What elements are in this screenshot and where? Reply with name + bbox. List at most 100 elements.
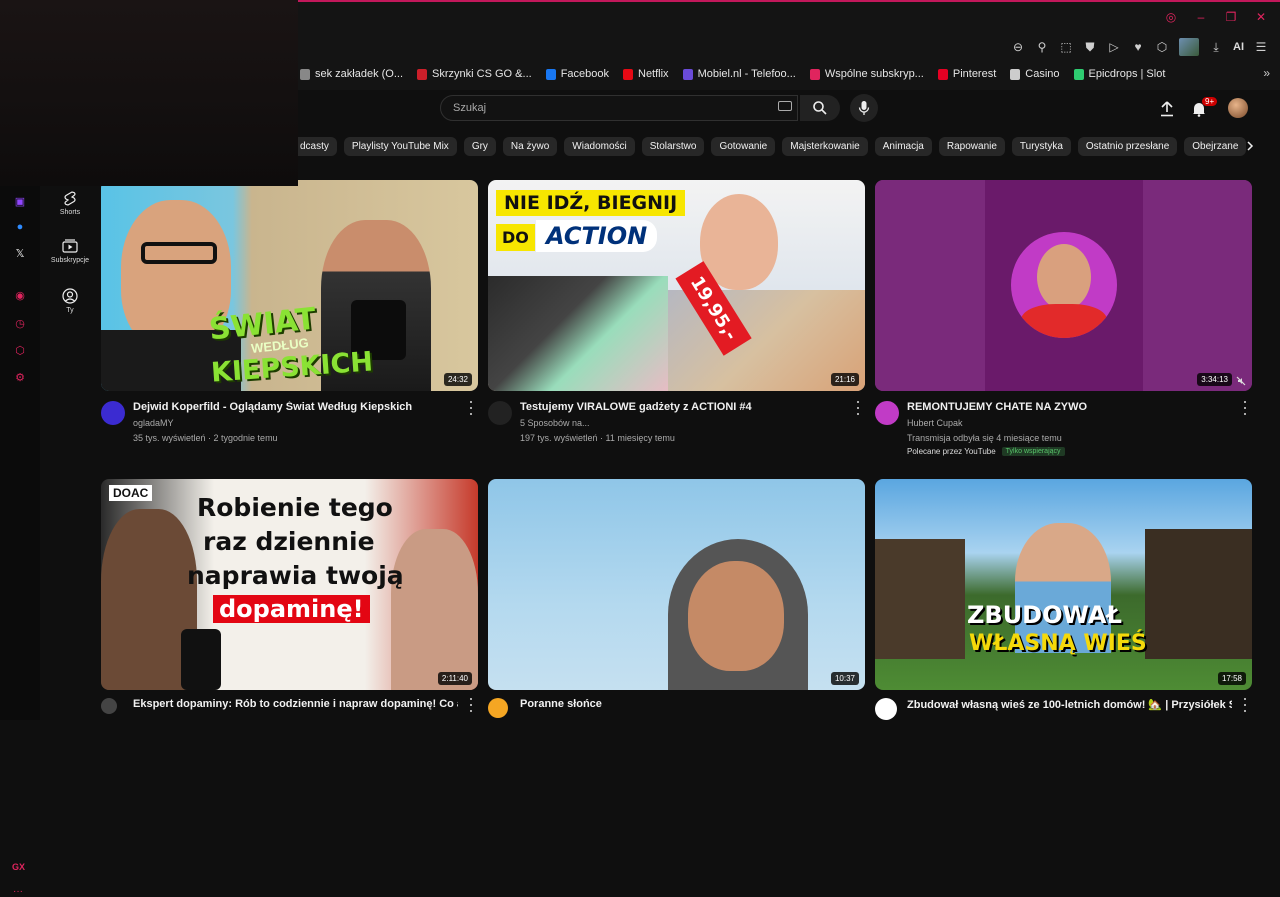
voice-search-button[interactable] (850, 94, 878, 122)
channel-name[interactable]: Hubert Cupak (907, 418, 963, 428)
chips-next-button[interactable] (1242, 138, 1258, 154)
bookmark-item[interactable]: Skrzynki CS GO &... (417, 68, 532, 80)
menu-icon[interactable]: ☰ (1254, 40, 1268, 54)
extension-thumbnail-icon[interactable] (1179, 38, 1199, 56)
video-title[interactable]: Testujemy VIRALOWE gadżety z ACTIONI #4 (520, 401, 845, 413)
bookmarks-more-icon[interactable]: » (1263, 66, 1270, 80)
more-options-icon[interactable] (466, 401, 476, 415)
bookmark-favicon-icon (1073, 68, 1084, 80)
avatar[interactable] (1228, 98, 1248, 118)
more-options-icon[interactable] (1240, 698, 1250, 712)
player-icon[interactable]: ◉ (13, 288, 27, 302)
more-options-icon[interactable] (853, 401, 863, 415)
mini-guide-label: Ty (66, 307, 74, 314)
heart-icon[interactable]: ♥ (1131, 40, 1145, 54)
close-icon[interactable]: ✕ (1254, 10, 1268, 24)
video-thumbnail[interactable]: ZBUDOWAŁ WŁASNĄ WIEŚ 17:58 (875, 479, 1252, 690)
ai-button[interactable]: AI (1233, 41, 1244, 53)
filter-chip[interactable]: Turystyka (1011, 136, 1071, 156)
channel-avatar[interactable] (101, 698, 117, 714)
video-thumbnail[interactable]: 10:37 (488, 479, 865, 690)
thumbnail-person (391, 529, 478, 690)
extensions-icon[interactable]: ⬡ (13, 343, 27, 357)
minimize-icon[interactable]: – (1194, 10, 1208, 24)
filter-chip[interactable]: Animacja (874, 136, 932, 156)
shield-icon[interactable]: ⛊ (1083, 40, 1097, 54)
settings-icon[interactable]: ⚙ (13, 370, 27, 384)
duration-badge: 2:11:40 (437, 672, 472, 685)
video-card[interactable]: ŚWIAT WEDŁUG KIEPSKICH 24:32 Dejwid Kope… (101, 180, 478, 451)
bookmark-item[interactable]: Facebook (545, 68, 609, 80)
bookmark-item[interactable]: Wspólne subskryp... (809, 68, 924, 80)
video-thumbnail[interactable]: DOAC Robienie tego raz dziennie naprawia… (101, 479, 478, 690)
bookmark-favicon-icon (937, 68, 948, 80)
members-only-badge: Tylko wspierający (1001, 447, 1065, 456)
bookmark-item[interactable]: Mobiel.nl - Telefoo... (682, 68, 796, 80)
channel-name[interactable]: 5 Sposobów na... (520, 418, 590, 428)
messenger-icon[interactable]: ● (13, 220, 27, 234)
create-button[interactable] (1156, 98, 1178, 120)
more-options-icon[interactable] (466, 698, 476, 712)
chip-bar: dcasty Playlisty YouTube Mix Gry Na żywo Wia… (298, 136, 1280, 156)
filter-chip[interactable]: Wiadomości (564, 136, 635, 156)
search-input[interactable]: Szukaj (440, 95, 798, 121)
play-icon[interactable]: ▷ (1107, 40, 1121, 54)
video-title[interactable]: Dejwid Koperfild - Oglądamy Świat Według… (133, 401, 458, 413)
filter-chip[interactable]: Playlisty YouTube Mix (343, 136, 457, 156)
video-card[interactable]: ZBUDOWAŁ WŁASNĄ WIEŚ 17:58 Zbudował włas… (875, 479, 1252, 750)
video-card[interactable]: DOAC Robienie tego raz dziennie naprawia… (101, 479, 478, 750)
maximize-icon[interactable]: ❐ (1224, 10, 1238, 24)
mini-guide-shorts[interactable]: Shorts (40, 190, 100, 216)
video-card[interactable]: 3:34:13 REMONTUJEMY CHATE NA ZYWO Hubert… (875, 180, 1252, 456)
youtube-mini-guide: Shorts Subskrypcje Ty (40, 186, 100, 720)
bookmark-item[interactable]: Pinterest (937, 68, 997, 80)
video-title[interactable]: Zbudował własną wieś ze 100-letnich domó… (907, 698, 1232, 711)
filter-chip[interactable]: Rapowanie (938, 136, 1005, 156)
video-card[interactable]: NIE IDŹ, BIEGNIJ ACTION DO 19,95,- 21:16… (488, 180, 865, 451)
filter-chip[interactable]: Stolarstwo (641, 136, 705, 156)
search-tabs-icon[interactable]: ◎ (1164, 10, 1178, 24)
channel-name[interactable]: ogladaMY (133, 418, 174, 428)
video-title[interactable]: Ekspert dopaminy: Rób to codziennie i na… (133, 698, 458, 710)
thumbnail-text: WŁASNĄ WIEŚ (969, 631, 1147, 656)
bookmark-item[interactable]: sek zakładek (O... (300, 68, 403, 80)
bookmark-item[interactable]: Epicdrops | Slot (1073, 68, 1165, 80)
thumbnail-glasses (141, 242, 217, 264)
snapshot-icon[interactable]: ⬚ (1059, 40, 1073, 54)
video-thumbnail[interactable]: 3:34:13 (875, 180, 1252, 391)
bookmark-item[interactable]: Netflix (623, 68, 669, 80)
video-card[interactable]: 10:37 Poranne słońce (488, 479, 865, 750)
bookmark-item[interactable]: Casino (1010, 68, 1060, 80)
extensions-row: ⊖ ⚲ ⬚ ⛊ ▷ ♥ ⬡ ⤓ AI ☰ (1011, 38, 1268, 56)
filter-chip[interactable]: Majsterkowanie (782, 136, 868, 156)
sidebar-more-icon[interactable]: ··· (13, 886, 23, 897)
history-icon[interactable]: ◷ (13, 316, 27, 330)
filter-chip[interactable]: Gry (463, 136, 496, 156)
search-button[interactable] (800, 95, 840, 121)
zoom-icon[interactable]: ⊖ (1011, 40, 1025, 54)
more-options-icon[interactable] (1240, 401, 1250, 415)
filter-chip[interactable]: dcasty (298, 136, 337, 156)
mini-guide-subscriptions[interactable]: Subskrypcje (40, 238, 100, 264)
mini-guide-you[interactable]: Ty (40, 288, 100, 314)
puzzle-icon[interactable]: ⬡ (1155, 40, 1169, 54)
video-thumbnail[interactable]: NIE IDŹ, BIEGNIJ ACTION DO 19,95,- 21:16 (488, 180, 865, 391)
filter-chip[interactable]: Ostatnio przesłane (1077, 136, 1178, 156)
keyboard-icon[interactable] (778, 101, 792, 111)
channel-avatar[interactable] (488, 698, 508, 718)
filter-chip[interactable]: Obejrzane (1184, 136, 1247, 156)
twitch-icon[interactable]: ▣ (13, 194, 27, 208)
download-icon[interactable]: ⤓ (1209, 40, 1223, 54)
video-title[interactable]: REMONTUJEMY CHATE NA ZYWO (907, 401, 1232, 413)
filter-chip[interactable]: Gotowanie (711, 136, 776, 156)
filter-chip[interactable]: Na żywo (502, 136, 558, 156)
channel-avatar[interactable] (101, 401, 125, 425)
x-icon[interactable]: 𝕏 (13, 246, 27, 260)
bookmark-label: Pinterest (952, 68, 997, 80)
channel-avatar[interactable] (875, 401, 899, 425)
channel-avatar[interactable] (488, 401, 512, 425)
pin-icon[interactable]: ⚲ (1035, 40, 1049, 54)
video-thumbnail[interactable]: ŚWIAT WEDŁUG KIEPSKICH 24:32 (101, 180, 478, 391)
video-title[interactable]: Poranne słońce (520, 698, 845, 710)
channel-avatar[interactable] (875, 698, 897, 720)
